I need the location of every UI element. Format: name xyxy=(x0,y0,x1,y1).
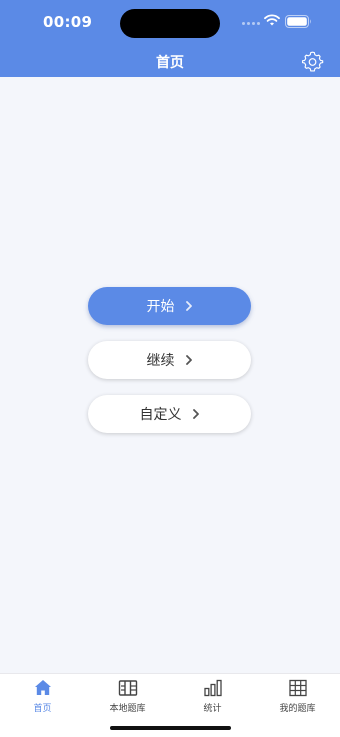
chevron-right-icon xyxy=(185,355,192,365)
home-indicator xyxy=(110,726,231,730)
wifi-icon xyxy=(264,14,280,26)
custom-button[interactable]: 自定义 xyxy=(88,395,251,433)
gear-icon[interactable] xyxy=(302,51,324,73)
continue-button-label: 继续 xyxy=(146,353,175,369)
dynamic-island xyxy=(120,9,220,38)
tab-stats-label: 统计 xyxy=(203,704,222,714)
chevron-right-icon xyxy=(185,301,192,311)
start-button-label: 开始 xyxy=(146,299,175,315)
tab-local-bank[interactable]: 本地题库 xyxy=(85,678,170,718)
tab-stats[interactable]: 统计 xyxy=(170,678,255,718)
continue-button[interactable]: 继续 xyxy=(88,341,251,379)
app-screen: 00:09 首页 开始 继续 自定义 首页 本地题库 统计 我的题库 xyxy=(0,0,340,737)
signal-dots-icon xyxy=(242,22,260,26)
page-title: 首页 xyxy=(156,55,184,71)
tab-home-label: 首页 xyxy=(33,704,52,714)
chevron-right-icon xyxy=(192,409,199,419)
local-bank-icon xyxy=(118,680,137,696)
custom-button-label: 自定义 xyxy=(139,407,182,423)
header: 00:09 首页 xyxy=(0,0,340,77)
tab-my-bank[interactable]: 我的题库 xyxy=(255,678,340,718)
status-time: 00:09 xyxy=(43,13,93,31)
bar-chart-icon xyxy=(203,679,222,697)
tab-home[interactable]: 首页 xyxy=(0,678,85,718)
grid-icon xyxy=(288,679,307,697)
tab-my-bank-label: 我的题库 xyxy=(279,704,316,714)
home-icon xyxy=(34,680,51,695)
tab-local-bank-label: 本地题库 xyxy=(109,704,146,714)
start-button[interactable]: 开始 xyxy=(88,287,251,325)
battery-icon xyxy=(285,15,311,28)
